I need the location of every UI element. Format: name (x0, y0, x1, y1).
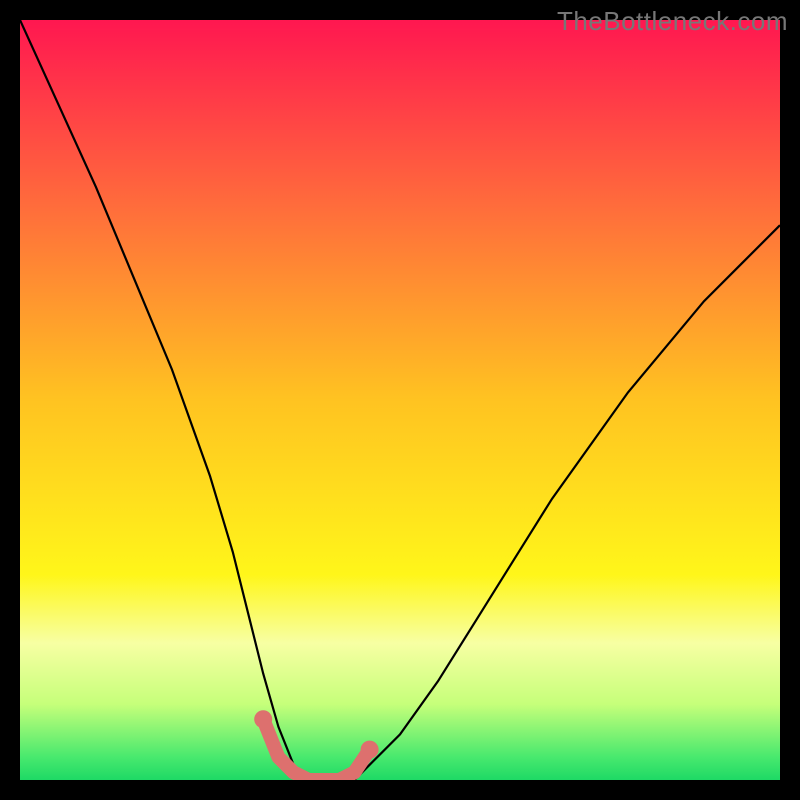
gradient-background (20, 20, 780, 780)
chart-frame: TheBottleneck.com (0, 0, 800, 800)
plot-area (20, 20, 780, 780)
chart-svg (20, 20, 780, 780)
optimal-band-endpoint (254, 710, 272, 728)
optimal-band-endpoint (361, 741, 379, 759)
watermark-text: TheBottleneck.com (557, 6, 788, 37)
